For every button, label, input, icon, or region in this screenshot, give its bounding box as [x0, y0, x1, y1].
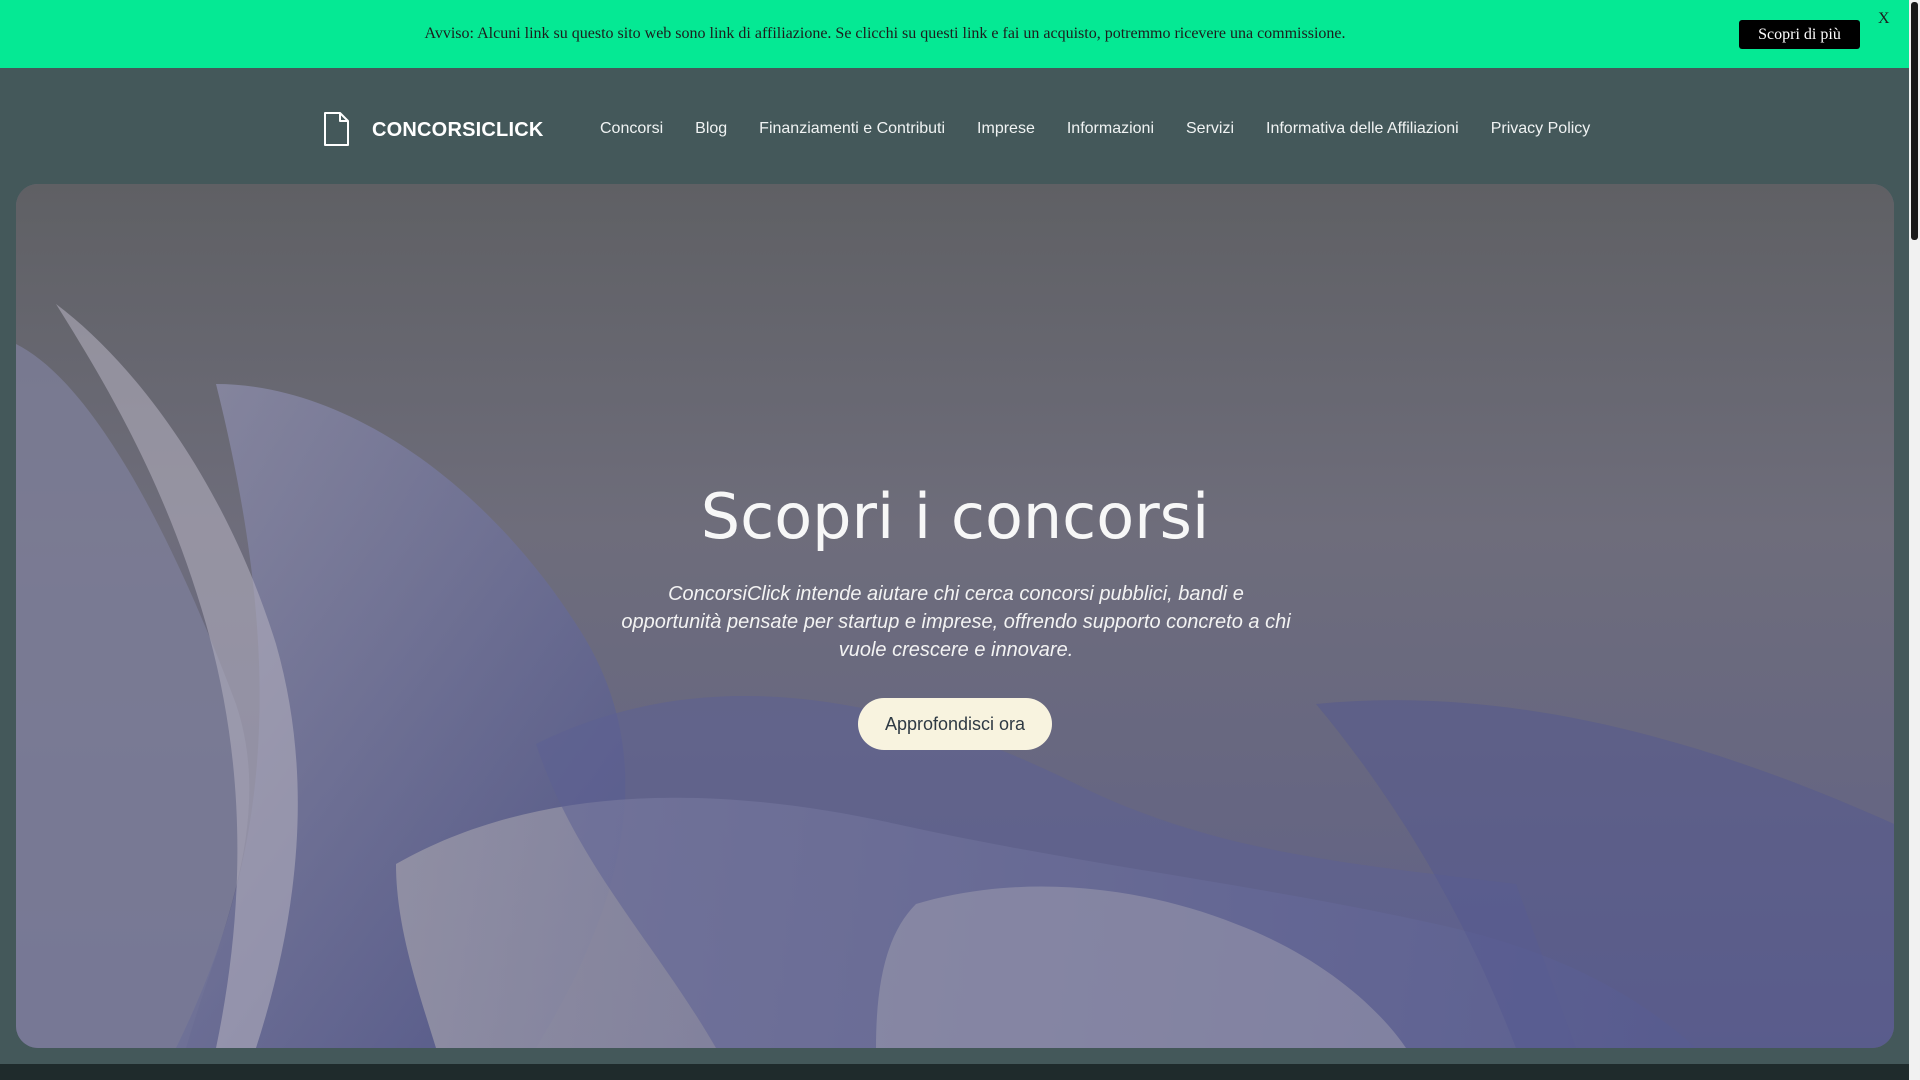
nav-item-affiliazioni[interactable]: Informativa delle Affiliazioni [1266, 120, 1459, 138]
scrollbar[interactable] [1909, 0, 1920, 1080]
affiliate-notice-bar: Avviso: Alcuni link su questo sito web s… [0, 0, 1909, 68]
affiliate-notice-text: Avviso: Alcuni link su questo sito web s… [424, 25, 1346, 42]
nav-item-privacy-policy[interactable]: Privacy Policy [1491, 120, 1591, 138]
nav-item-concorsi[interactable]: Concorsi [600, 120, 663, 138]
scrollbar-thumb[interactable] [1911, 2, 1918, 240]
nav-item-informazioni[interactable]: Informazioni [1067, 120, 1154, 138]
page-bottom-strip [0, 1064, 1909, 1080]
learn-more-cta-button[interactable]: Approfondisci ora [858, 698, 1052, 750]
nav-item-finanziamenti[interactable]: Finanziamenti e Contributi [759, 120, 945, 138]
learn-more-button[interactable]: Scopri di più [1739, 20, 1860, 49]
hero-subtitle: ConcorsiClick intende aiutare chi cerca … [621, 583, 1291, 661]
nav-item-imprese[interactable]: Imprese [977, 120, 1035, 138]
site-logo-text[interactable]: CONCORSICLICK [372, 119, 544, 142]
main-navigation: Concorsi Blog Finanziamenti e Contributi… [600, 120, 1622, 138]
close-notice-button[interactable]: X [1878, 10, 1890, 28]
hero-title: Scopri i concorsi [700, 480, 1210, 553]
nav-item-servizi[interactable]: Servizi [1186, 120, 1234, 138]
document-icon[interactable] [322, 112, 350, 151]
hero-section: Scopri i concorsi ConcorsiClick intende … [16, 184, 1894, 1048]
nav-item-blog[interactable]: Blog [695, 120, 727, 138]
